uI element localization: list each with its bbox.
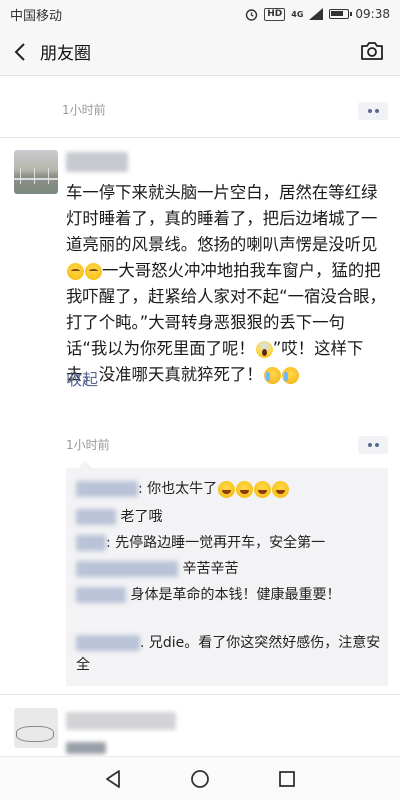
dot-icon bbox=[374, 443, 379, 447]
triangle-back-icon bbox=[106, 769, 121, 788]
circle-home-icon bbox=[191, 769, 209, 788]
post-time: 1小时前 bbox=[66, 438, 110, 452]
camera-icon bbox=[361, 42, 383, 60]
comment-row[interactable]: 老了哦 bbox=[76, 506, 382, 528]
post-image-preview[interactable] bbox=[66, 742, 106, 754]
grinning-face-icon bbox=[236, 480, 254, 498]
system-navigation-bar bbox=[0, 756, 400, 800]
previous-post-footer: 1小时前 bbox=[0, 76, 400, 138]
status-icons: HD 4G 09:38 bbox=[245, 7, 390, 21]
comment-text: : 你也太牛了 bbox=[138, 481, 218, 497]
comment-row[interactable]: : 先停路边睡一觉再开车，安全第一 bbox=[76, 532, 382, 554]
nav-back-button[interactable] bbox=[98, 764, 128, 794]
signal-icon bbox=[309, 8, 324, 20]
avatar[interactable] bbox=[14, 150, 58, 194]
hd-badge: HD bbox=[264, 7, 286, 21]
avatar-pole bbox=[48, 168, 49, 184]
back-button[interactable] bbox=[0, 28, 40, 76]
comment-row[interactable]: 辛苦辛苦 bbox=[76, 558, 382, 580]
comment-row[interactable]: . 兄die。看了你这突然好感伤，注意安全 bbox=[76, 632, 382, 676]
alarm-icon bbox=[246, 8, 258, 21]
comment-text: 辛苦辛苦 bbox=[182, 561, 239, 577]
comment-text: 老了哦 bbox=[120, 509, 163, 525]
nav-home-button[interactable] bbox=[185, 764, 215, 794]
sleeping-face-icon bbox=[67, 263, 84, 280]
comment-row[interactable]: 身体是革命的本钱！健康最重要！ bbox=[76, 584, 382, 606]
commenter-name[interactable] bbox=[76, 561, 178, 577]
screaming-face-icon bbox=[255, 341, 273, 358]
comments-box: : 你也太牛了 老了哦 : 先停路边睡一觉再开车，安全第一 辛苦辛苦 身体是革命… bbox=[66, 461, 388, 686]
comment-text: : 先停路边睡一觉再开车，安全第一 bbox=[106, 535, 326, 551]
nav-recents-button[interactable] bbox=[272, 764, 302, 794]
commenter-name[interactable] bbox=[76, 535, 106, 551]
commenter-name[interactable] bbox=[76, 481, 138, 497]
more-button[interactable] bbox=[358, 436, 388, 454]
comment-text: 身体是革命的本钱！健康最重要！ bbox=[130, 587, 341, 603]
post-text: 车一停下来就头脑一片空白，居然在等红绿灯时睡着了，真的睡着了，把后边堵城了一道亮… bbox=[66, 180, 386, 388]
top-navbar: 朋友圈 bbox=[0, 28, 400, 76]
sleeping-face-icon bbox=[85, 263, 102, 280]
dot-icon bbox=[374, 109, 379, 113]
grinning-face-icon bbox=[218, 480, 236, 498]
carrier-label: 中国移动 bbox=[10, 8, 63, 24]
avatar-pole bbox=[20, 168, 21, 184]
author-name[interactable] bbox=[66, 712, 176, 730]
commenter-name[interactable] bbox=[76, 587, 126, 603]
comment-row[interactable]: : 你也太牛了 bbox=[76, 478, 382, 500]
battery-icon bbox=[329, 9, 353, 19]
post-time: 1小时前 bbox=[62, 103, 106, 117]
commenter-name[interactable] bbox=[76, 635, 140, 651]
crying-laughing-face-icon bbox=[263, 367, 281, 384]
crying-laughing-face-icon bbox=[281, 367, 299, 384]
dot-icon bbox=[367, 109, 372, 113]
collapse-link[interactable]: 收起 bbox=[66, 366, 98, 390]
page-title: 朋友圈 bbox=[40, 44, 91, 64]
avatar-pole bbox=[34, 168, 35, 184]
avatar-scribble bbox=[16, 726, 54, 742]
chevron-left-icon bbox=[14, 42, 25, 61]
post-text-head: 车一停下来就头脑一片空白，居然在等红绿灯时睡着了，真的睡着了，把后边堵城了一道亮… bbox=[66, 183, 378, 254]
avatar[interactable] bbox=[14, 708, 58, 748]
grinning-face-icon bbox=[272, 480, 290, 498]
dot-icon bbox=[367, 443, 372, 447]
more-button[interactable] bbox=[358, 102, 388, 120]
network-label: 4G bbox=[291, 9, 304, 19]
camera-button[interactable] bbox=[360, 40, 386, 64]
clock: 09:38 bbox=[355, 7, 390, 21]
post-divider bbox=[0, 694, 400, 695]
author-name[interactable] bbox=[66, 152, 128, 172]
grinning-face-icon bbox=[254, 480, 272, 498]
commenter-name[interactable] bbox=[76, 509, 116, 525]
square-recents-icon bbox=[278, 770, 295, 787]
status-bar: 中国移动 HD 4G 09:38 bbox=[0, 0, 400, 28]
